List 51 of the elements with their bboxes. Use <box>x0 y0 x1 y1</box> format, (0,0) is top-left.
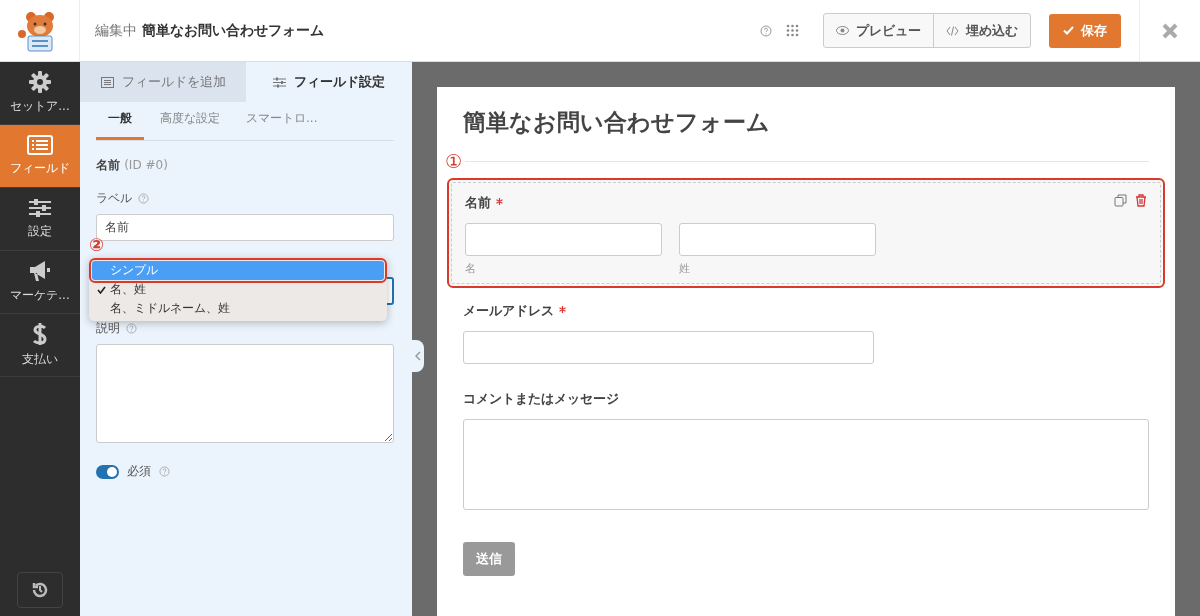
required-toggle[interactable] <box>96 464 119 479</box>
panel-tab[interactable]: フィールドを追加 <box>80 62 246 102</box>
sub-label: 姓 <box>679 261 690 276</box>
label-caption: ラベル <box>96 190 132 207</box>
sliders-icon <box>273 76 286 88</box>
message-textarea[interactable] <box>463 419 1149 510</box>
text-input[interactable] <box>679 223 876 256</box>
text-input[interactable] <box>465 223 662 256</box>
form-name: 簡単なお問い合わせフォーム <box>142 21 324 38</box>
sub-label: 名 <box>465 261 476 276</box>
sub-tab[interactable]: 一般 <box>96 102 144 140</box>
required-asterisk-icon <box>496 197 503 205</box>
field-label: 名前 <box>465 194 491 212</box>
dollar-icon <box>32 322 48 346</box>
preview-button[interactable]: プレビュー <box>824 14 933 47</box>
help-icon[interactable] <box>760 24 772 37</box>
code-icon <box>946 25 959 36</box>
annotation-marker: ① <box>445 150 463 172</box>
editing-label: 編集中 <box>95 21 137 38</box>
check-icon <box>96 285 106 294</box>
selected-field[interactable]: 名前 名 姓 <box>447 178 1165 288</box>
checkmark-icon <box>1063 26 1074 35</box>
email-input[interactable] <box>463 331 874 364</box>
sliders-icon <box>29 198 51 218</box>
history-icon <box>31 581 49 599</box>
chevron-left-icon <box>415 351 421 361</box>
field-label: メールアドレス <box>463 302 554 320</box>
list-icon <box>27 135 53 155</box>
description-textarea[interactable] <box>96 344 394 443</box>
trash-icon[interactable] <box>1135 194 1147 207</box>
help-icon[interactable] <box>138 193 149 204</box>
embed-button[interactable]: 埋め込む <box>933 14 1030 47</box>
help-icon[interactable] <box>126 323 137 334</box>
gear-icon <box>29 71 51 93</box>
form-title: 簡単なお問い合わせフォーム <box>463 108 771 137</box>
dropdown-option[interactable]: 名、姓 <box>92 280 384 299</box>
description-caption: 説明 <box>96 320 120 337</box>
field-label: コメントまたはメッセージ <box>463 390 619 408</box>
grid-icon[interactable] <box>786 24 799 37</box>
list-icon <box>100 76 114 88</box>
dropdown-option[interactable]: 名、ミドルネーム、姓 <box>92 299 384 318</box>
required-asterisk-icon <box>559 305 566 313</box>
close-icon[interactable] <box>1162 22 1178 39</box>
help-icon[interactable] <box>159 466 170 477</box>
duplicate-icon[interactable] <box>1114 194 1127 207</box>
collapse-handle[interactable] <box>412 340 424 372</box>
history-button[interactable] <box>17 572 63 608</box>
field-title: 名前 (ID #0) <box>96 157 169 174</box>
required-label: 必須 <box>127 463 151 480</box>
megaphone-icon <box>28 260 52 282</box>
eye-icon <box>836 26 849 35</box>
